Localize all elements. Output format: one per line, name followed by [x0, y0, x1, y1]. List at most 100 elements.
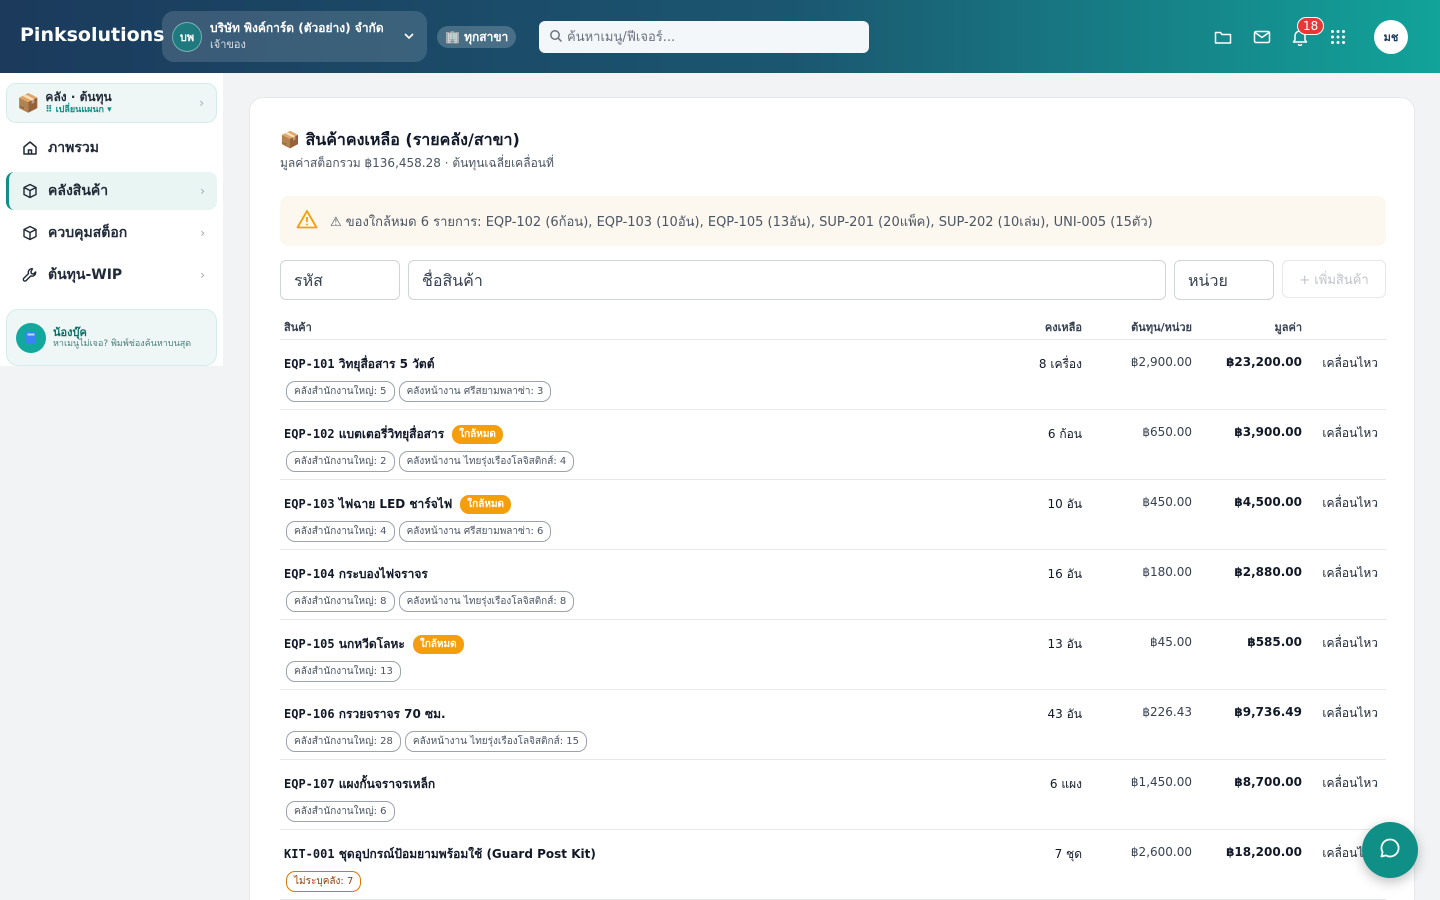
value-cell: ฿2,880.00: [1234, 565, 1302, 579]
cost-cell: ฿2,600.00: [1130, 845, 1192, 859]
table-row: EQP-103 ไฟฉาย LED ชาร์จไฟ ใกล้หมด คลังสำนั…: [280, 480, 1386, 550]
company-switcher[interactable]: บพ บริษัท พิงค์การ์ด (ตัวอย่าง) จำกัด เจ…: [162, 11, 427, 62]
warehouse-chip: คลังหน้างาน ไทยรุ่งเรืองโลจิสติกส์: 8: [398, 591, 575, 612]
sidebar-item-label: ควบคุมสต็อก: [48, 225, 128, 241]
product-code-input[interactable]: [280, 260, 400, 300]
value-cell: ฿4,500.00: [1234, 495, 1302, 509]
product-title: วิทยุสื่อสาร 5 วัตต์: [338, 357, 435, 371]
table-row: EQP-102 แบตเตอรี่วิทยุสื่อสาร ใกล้หมดคลัง…: [280, 410, 1386, 480]
warehouse-chip: คลังสำนักงานใหญ่: 13: [286, 661, 401, 682]
sidebar-item-label: ภาพรวม: [48, 140, 99, 156]
warehouse-chip: คลังหน้างาน ศรีสยามพลาซ่า: 3: [398, 381, 552, 402]
unit-input[interactable]: [1174, 260, 1274, 300]
product-title: กระบองไฟจราจร: [338, 567, 428, 581]
product-code: KIT-001: [284, 847, 335, 861]
page-subtitle: มูลค่าสต็อกรวม ฿136,458.28 · ต้นทุนเฉลี่…: [280, 156, 554, 170]
add-product-button[interactable]: + เพิ่มสินค้า: [1282, 260, 1386, 298]
product-code: EQP-107: [284, 777, 335, 791]
product-code: EQP-102: [284, 427, 335, 441]
chevron-down-icon: [403, 27, 415, 46]
chat-button[interactable]: [1362, 822, 1418, 878]
brand-logo[interactable]: Pinksolutions: [20, 24, 165, 46]
value-cell: ฿3,900.00: [1234, 425, 1302, 439]
qty-cell: 10 อัน: [1047, 497, 1083, 511]
product-name: EQP-105 นกหวีดโลหะ ใกล้หมด: [284, 635, 464, 654]
chevron-right-icon: ›: [199, 96, 204, 110]
value-cell: ฿9,736.49: [1234, 705, 1302, 719]
inventory-card: 📦 สินค้าคงเหลือ (รายคลัง/สาขา) มูลค่าสต็…: [249, 97, 1415, 900]
sidebar-item-overview[interactable]: ภาพรวม: [6, 129, 217, 167]
chevron-right-icon: ›: [200, 226, 205, 240]
product-name: KIT-001 ชุดอุปกรณ์ป้อมยามพร้อมใช้ (Guard…: [284, 845, 596, 864]
product-title: ชุดอุปกรณ์ป้อมยามพร้อมใช้ (Guard Post Ki…: [338, 847, 596, 861]
movement-link[interactable]: เคลื่อนไหว: [1322, 424, 1378, 443]
alert-text: ⚠ ของใกล้หมด 6 รายการ: EQP-102 (6ก้อน), …: [330, 214, 1153, 230]
department-switcher[interactable]: 📦 คลัง · ต้นทุน ⠿ เปลี่ยนแผนก ▾ ›: [6, 83, 217, 123]
qty-cell: 6 แผง: [1049, 777, 1082, 791]
column-header-qty: คงเหลือ: [1044, 321, 1082, 334]
table-row: EQP-106 กรวยจราจร 70 ซม. คลังสำนักงานใหญ่…: [280, 690, 1386, 760]
department-title: คลัง · ต้นทุน: [45, 89, 112, 104]
chevron-right-icon: ›: [200, 184, 205, 198]
product-name: EQP-104 กระบองไฟจราจร: [284, 565, 428, 584]
wrench-icon: [20, 265, 40, 285]
product-name-input[interactable]: [408, 260, 1166, 300]
user-avatar[interactable]: มช: [1374, 20, 1408, 54]
helper-title: น้องบุ๊ค: [53, 325, 87, 339]
movement-link[interactable]: เคลื่อนไหว: [1322, 564, 1378, 583]
apps-grid-icon[interactable]: [1328, 27, 1348, 47]
movement-link[interactable]: เคลื่อนไหว: [1322, 494, 1378, 513]
low-stock-badge: ใกล้หมด: [452, 425, 503, 444]
department-switch-link[interactable]: ⠿ เปลี่ยนแผนก ▾: [45, 105, 111, 115]
movement-link[interactable]: เคลื่อนไหว: [1322, 704, 1378, 723]
assistant-helper[interactable]: น้องบุ๊ค หาเมนูไม่เจอ? พิมพ์ช่องค้นหาบนส…: [6, 309, 217, 366]
company-avatar: บพ: [172, 21, 202, 52]
sidebar-item-stock-control[interactable]: ควบคุมสต็อก ›: [6, 214, 217, 252]
chat-bubble-icon: [1378, 836, 1402, 864]
sidebar-item-cost-wip[interactable]: ต้นทุน-WIP ›: [6, 256, 217, 294]
movement-link[interactable]: เคลื่อนไหว: [1322, 354, 1378, 373]
cost-cell: ฿226.43: [1142, 705, 1192, 719]
value-cell: ฿23,200.00: [1226, 355, 1302, 369]
value-cell: ฿585.00: [1247, 635, 1302, 649]
cost-cell: ฿45.00: [1150, 635, 1192, 649]
warehouse-chips: คลังสำนักงานใหญ่: 13: [286, 661, 401, 682]
product-code: EQP-104: [284, 567, 335, 581]
low-stock-alert: ⚠ ของใกล้หมด 6 รายการ: EQP-102 (6ก้อน), …: [280, 196, 1386, 246]
product-code: EQP-101: [284, 357, 335, 371]
product-name: EQP-101 วิทยุสื่อสาร 5 วัตต์: [284, 355, 435, 374]
value-cell: ฿8,700.00: [1234, 775, 1302, 789]
warehouse-chip: คลังสำนักงานใหญ่: 8: [286, 591, 395, 612]
column-header-value: มูลค่า: [1274, 321, 1302, 334]
movement-link[interactable]: เคลื่อนไหว: [1322, 634, 1378, 653]
table-row: EQP-101 วิทยุสื่อสาร 5 วัตต์ คลังสำนักงาน…: [280, 340, 1386, 410]
branch-selector[interactable]: 🏢 ทุกสาขา: [437, 26, 517, 48]
chevron-right-icon: ›: [200, 268, 205, 282]
warehouse-chips: คลังสำนักงานใหญ่: 28 คลังหน้างาน ไทยรุ่งเ…: [286, 731, 587, 752]
warehouse-chip: คลังสำนักงานใหญ่: 28: [286, 731, 401, 752]
table-header: สินค้า คงเหลือ ต้นทุน/หน่วย มูลค่า: [280, 310, 1386, 340]
warehouse-chips: คลังสำนักงานใหญ่: 2 คลังหน้างาน ไทยรุ่งเร…: [286, 451, 575, 472]
movement-link[interactable]: เคลื่อนไหว: [1322, 774, 1378, 793]
sidebar-item-label: ต้นทุน-WIP: [48, 267, 123, 283]
sidebar-item-warehouse[interactable]: คลังสินค้า ›: [6, 172, 217, 210]
warehouse-chips: คลังสำนักงานใหญ่: 4 คลังหน้างาน ศรีสยามพล…: [286, 521, 552, 542]
company-role: เจ้าของ: [210, 38, 246, 52]
warehouse-chip: ไม่ระบุคลัง: 7: [286, 871, 362, 892]
low-stock-badge: ใกล้หมด: [412, 635, 464, 654]
qty-cell: 13 อัน: [1047, 637, 1083, 651]
cost-cell: ฿650.00: [1142, 425, 1192, 439]
warehouse-chip: คลังสำนักงานใหญ่: 2: [286, 451, 395, 472]
search-input[interactable]: [567, 29, 857, 45]
warehouse-chip: คลังสำนักงานใหญ่: 6: [286, 801, 395, 822]
folder-icon[interactable]: [1213, 27, 1233, 47]
low-stock-badge: ใกล้หมด: [460, 495, 512, 514]
product-title: แผงกั้นจราจรเหล็ก: [338, 777, 436, 791]
product-title: แบตเตอรี่วิทยุสื่อสาร: [338, 427, 445, 441]
top-bar: Pinksolutions บพ บริษัท พิงค์การ์ด (ตัวอ…: [0, 0, 1440, 73]
qty-cell: 6 ก้อน: [1047, 427, 1082, 441]
search-bar[interactable]: [539, 21, 869, 53]
mail-icon[interactable]: [1252, 27, 1272, 47]
product-code: EQP-105: [284, 637, 335, 651]
company-name: บริษัท พิงค์การ์ด (ตัวอย่าง) จำกัด: [210, 21, 384, 36]
